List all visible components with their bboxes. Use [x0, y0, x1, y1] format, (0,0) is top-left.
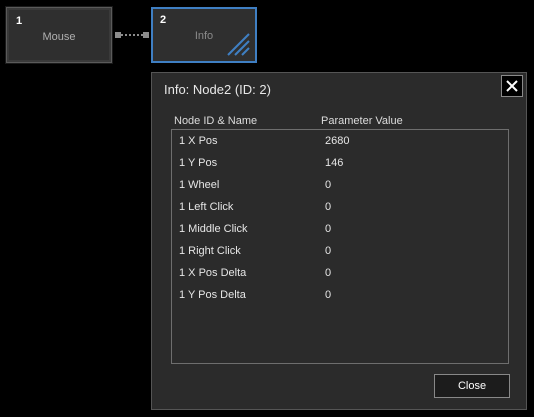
- param-name: 1 Y Pos Delta: [179, 289, 246, 301]
- hatch-icon: [227, 33, 250, 56]
- input-port[interactable]: [143, 32, 149, 38]
- param-name: 1 Wheel: [179, 179, 220, 191]
- node-number: 1: [16, 15, 23, 27]
- node-mouse[interactable]: 1 Mouse: [5, 6, 113, 64]
- close-button[interactable]: Close: [434, 374, 510, 398]
- info-dialog: Info: Node2 (ID: 2) Node ID & Name Param…: [151, 72, 527, 410]
- param-value: 0: [325, 223, 332, 235]
- list-item[interactable]: 1 Middle Click 0: [172, 218, 508, 240]
- parameter-list[interactable]: 1 X Pos 2680 1 Y Pos 146 1 Wheel 0 1 Lef…: [171, 129, 509, 364]
- node-number: 2: [160, 14, 167, 26]
- param-value: 2680: [325, 135, 350, 147]
- list-item[interactable]: 1 Y Pos Delta 0: [172, 284, 508, 306]
- param-value: 0: [325, 201, 332, 213]
- list-item[interactable]: 1 Left Click 0: [172, 196, 508, 218]
- param-name: 1 Y Pos: [179, 157, 218, 169]
- param-value: 146: [325, 157, 344, 169]
- param-value: 0: [325, 245, 332, 257]
- param-name: 1 X Pos: [179, 135, 218, 147]
- connection-wire: [121, 34, 143, 36]
- editor-canvas: 1 Mouse 2 Info Info: Node2 (ID: 2) Node …: [0, 0, 534, 417]
- close-x-icon[interactable]: [501, 75, 523, 97]
- param-name: 1 Right Click: [179, 245, 241, 257]
- param-name: 1 X Pos Delta: [179, 267, 247, 279]
- param-value: 0: [325, 179, 332, 191]
- list-item[interactable]: 1 X Pos Delta 0: [172, 262, 508, 284]
- column-header-name[interactable]: Node ID & Name: [174, 115, 257, 127]
- node-info[interactable]: 2 Info: [151, 7, 257, 63]
- list-item[interactable]: 1 Right Click 0: [172, 240, 508, 262]
- list-item[interactable]: 1 X Pos 2680: [172, 130, 508, 152]
- dialog-title: Info: Node2 (ID: 2): [164, 82, 271, 97]
- param-value: 0: [325, 289, 332, 301]
- list-item[interactable]: 1 Wheel 0: [172, 174, 508, 196]
- node-label: Mouse: [42, 31, 76, 43]
- list-item[interactable]: 1 Y Pos 146: [172, 152, 508, 174]
- param-name: 1 Middle Click: [179, 223, 248, 235]
- column-header-value[interactable]: Parameter Value: [321, 115, 403, 127]
- param-value: 0: [325, 267, 332, 279]
- param-name: 1 Left Click: [179, 201, 234, 213]
